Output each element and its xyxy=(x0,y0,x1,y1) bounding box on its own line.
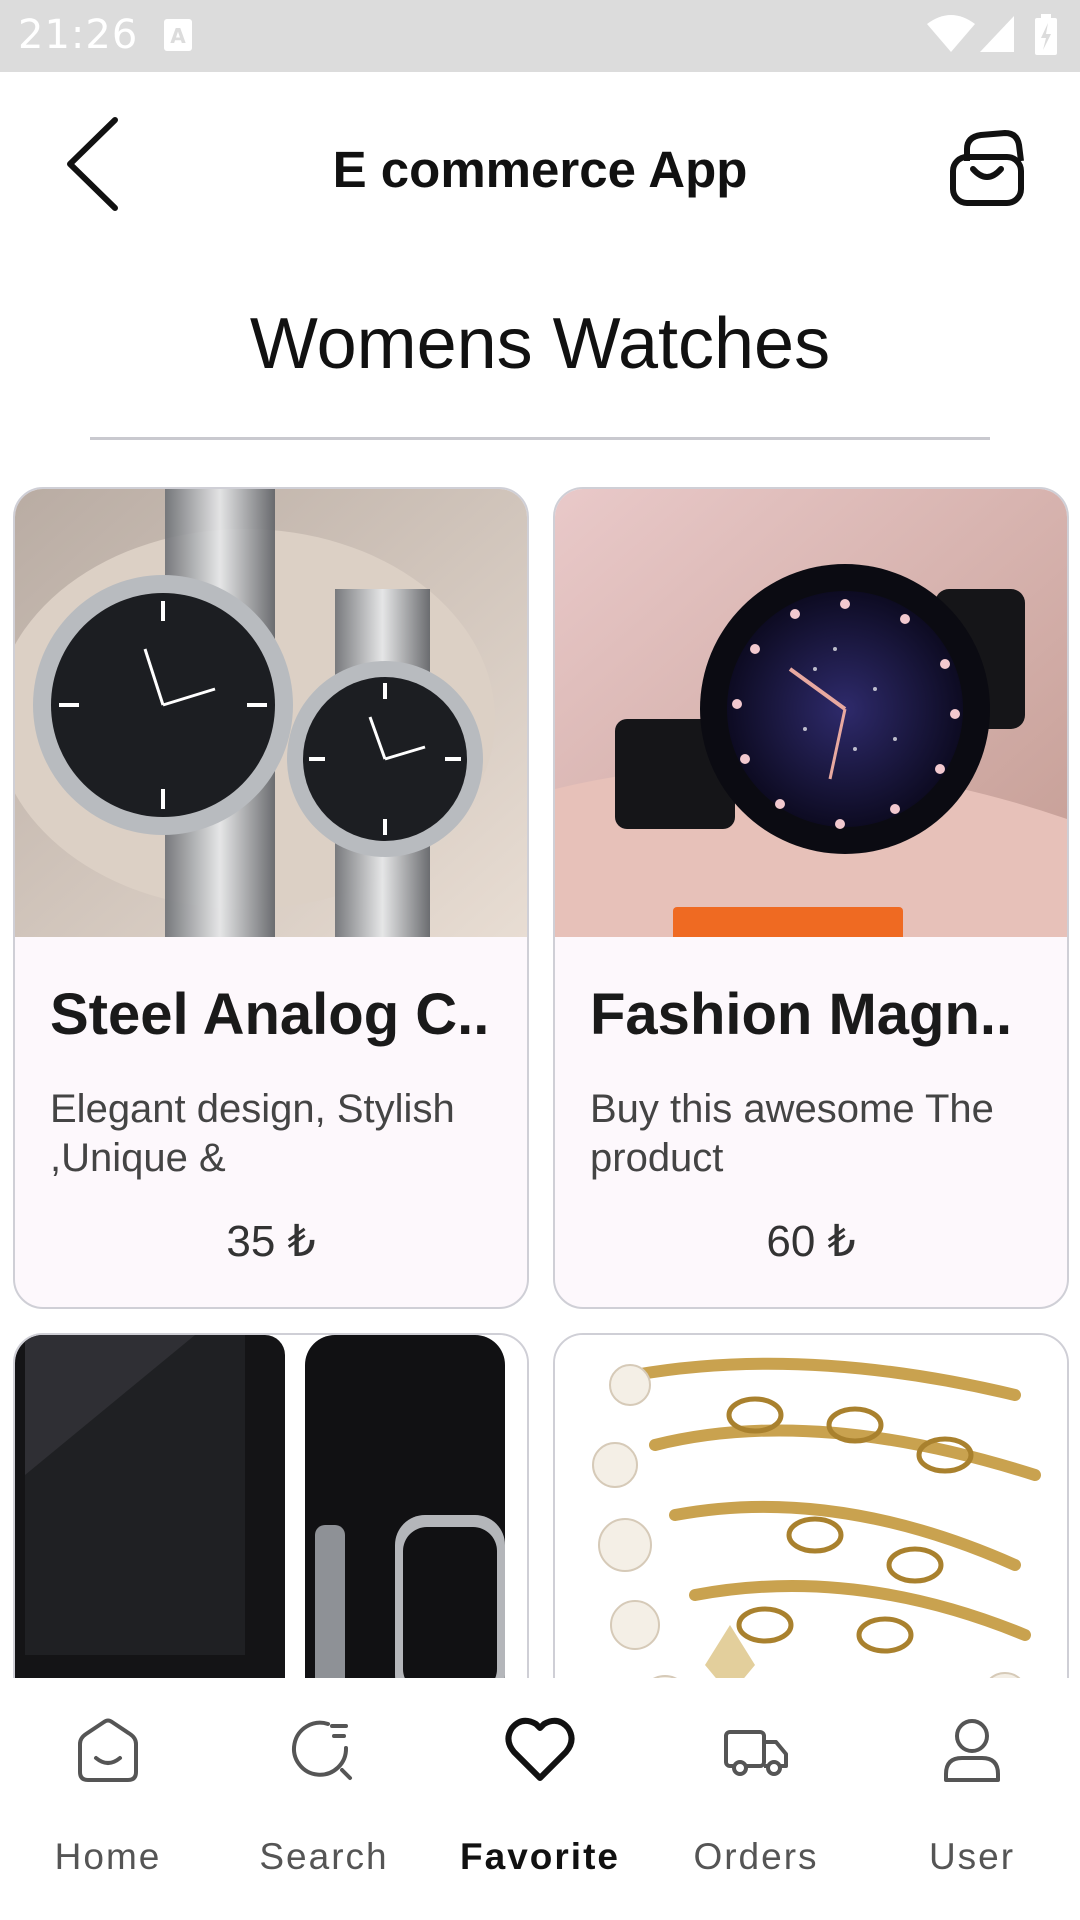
user-icon xyxy=(944,1719,1000,1782)
nav-label: User xyxy=(928,1836,1016,1877)
product-name: Fashion Magn.. xyxy=(590,982,1013,1047)
nav-user[interactable]: User xyxy=(864,1678,1080,1920)
title-divider xyxy=(90,437,990,440)
nav-orders[interactable]: Orders xyxy=(648,1678,864,1920)
wifi-icon xyxy=(927,15,975,52)
product-description: Buy this awesome The product xyxy=(590,1087,994,1180)
svg-text:A: A xyxy=(170,24,186,48)
nav-label: Orders xyxy=(693,1836,819,1877)
nav-label: Favorite xyxy=(460,1836,620,1877)
product-name: Steel Analog C.. xyxy=(50,982,490,1047)
nav-search[interactable]: Search xyxy=(216,1678,432,1920)
heart-icon xyxy=(505,1717,575,1781)
page-title: Womens Watches xyxy=(249,304,831,384)
nav-favorite[interactable]: Favorite xyxy=(432,1678,648,1920)
keyboard-notification-icon: A xyxy=(164,19,192,51)
product-image xyxy=(555,489,1067,937)
nav-label: Search xyxy=(259,1836,389,1877)
status-bar: 21:26 A xyxy=(0,0,1080,72)
signal-icon xyxy=(980,16,1014,52)
search-icon xyxy=(292,1720,352,1780)
truck-icon xyxy=(724,1730,788,1776)
shopping-bag-icon[interactable] xyxy=(945,127,1029,211)
product-price: 60 ₺ xyxy=(766,1217,856,1266)
product-image xyxy=(15,489,527,937)
home-icon xyxy=(78,1718,138,1782)
app-bar: E commerce App xyxy=(0,72,1080,272)
product-card[interactable]: Fashion Magn.. Buy this awesome The prod… xyxy=(553,487,1069,1309)
status-time: 21:26 xyxy=(18,12,139,58)
product-price: 35 ₺ xyxy=(226,1217,316,1266)
nav-label: Home xyxy=(54,1836,162,1877)
product-description: Elegant design, Stylish ,Unique & xyxy=(50,1087,455,1180)
battery-icon xyxy=(1035,14,1057,55)
bottom-navigation: Home Search Favorite Orders User xyxy=(0,1678,1080,1920)
nav-home[interactable]: Home xyxy=(0,1678,216,1920)
product-card[interactable]: Steel Analog C.. Elegant design, Stylish… xyxy=(13,487,529,1309)
app-title: E commerce App xyxy=(332,141,748,198)
